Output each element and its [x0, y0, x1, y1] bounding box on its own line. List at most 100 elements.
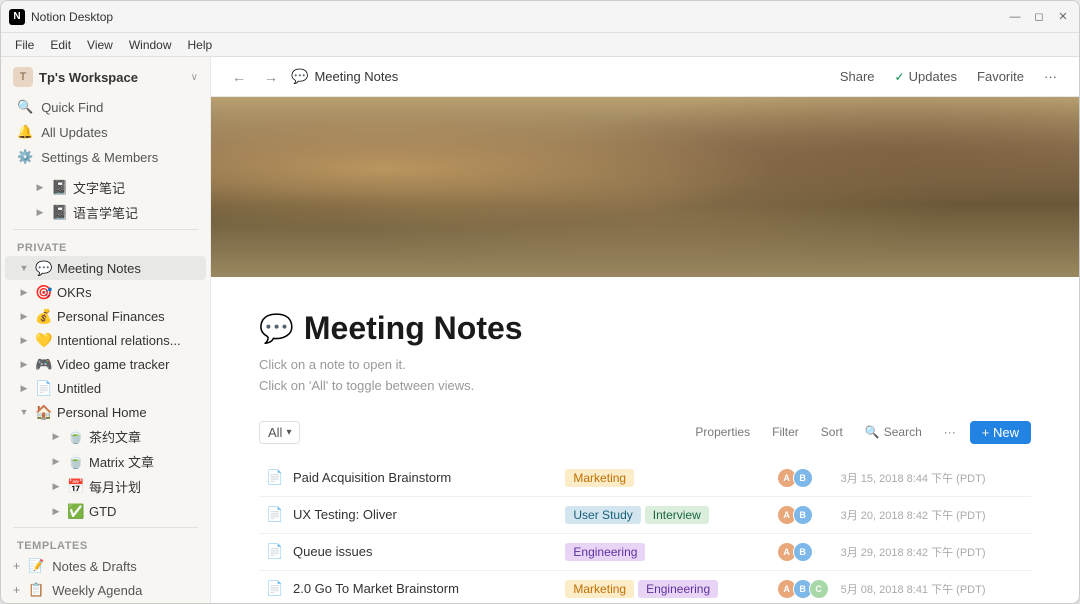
view-selector[interactable]: All ▾	[259, 421, 300, 444]
more-button[interactable]: ···	[1038, 65, 1063, 88]
sidebar-item-notebook1[interactable]: ▶ 📓 文字笔记	[5, 175, 206, 200]
tags-cell: MarketingEngineering	[559, 570, 770, 603]
chevron-icon: ▶	[17, 333, 31, 347]
menu-edit[interactable]: Edit	[44, 36, 77, 54]
notebook-icon: 📓	[51, 179, 69, 197]
row-doc-icon: 📄	[265, 506, 285, 523]
chevron-icon: ▶	[49, 480, 63, 494]
template-notes-drafts[interactable]: + 📝 Notes & Drafts	[5, 554, 206, 578]
gtd-label: GTD	[89, 504, 198, 519]
minimize-button[interactable]: —	[1007, 9, 1023, 25]
chevron-icon: ▶	[49, 504, 63, 518]
menu-help[interactable]: Help	[182, 36, 219, 54]
weekly-agenda-label: Weekly Agenda	[52, 583, 142, 598]
cover-painting	[211, 97, 1079, 277]
table-row[interactable]: 📄2.0 Go To Market Brainstorm MarketingEng…	[259, 570, 1031, 603]
search-button[interactable]: 🔍 Search	[857, 422, 930, 442]
sidebar-item-matrix[interactable]: ▶ 🍵 Matrix 文章	[5, 449, 206, 474]
db-new-button[interactable]: + New	[970, 421, 1031, 444]
sidebar-item-game-tracker[interactable]: ▶ 🎮 Video game tracker	[5, 352, 206, 376]
finances-label: Personal Finances	[57, 309, 198, 324]
page-title-icon: 💬	[259, 312, 294, 345]
chevron-icon: ▼	[17, 261, 31, 275]
timestamp-cell: 5月 08, 2018 8:41 下午 (PDT)	[835, 570, 1031, 603]
intentional-icon: 💛	[35, 331, 53, 349]
finances-icon: 💰	[35, 307, 53, 325]
back-button[interactable]: ←	[227, 65, 251, 89]
share-button[interactable]: Share	[834, 65, 881, 88]
filter-button[interactable]: Filter	[764, 422, 807, 442]
workspace-header[interactable]: T Tp's Workspace ∨	[1, 57, 210, 93]
template-weekly-agenda[interactable]: + 📋 Weekly Agenda	[5, 578, 206, 602]
table-row[interactable]: 📄UX Testing: OliverUser StudyInterviewAB…	[259, 496, 1031, 533]
tag-badge: User Study	[565, 506, 640, 524]
avatar: B	[793, 542, 813, 562]
forward-button[interactable]: →	[259, 65, 283, 89]
sidebar-item-untitled[interactable]: ▶ 📄 Untitled	[5, 376, 206, 400]
timestamp-cell: 3月 29, 2018 8:42 下午 (PDT)	[835, 533, 1031, 570]
settings-item[interactable]: ⚙️ Settings & Members	[9, 145, 202, 169]
table-row[interactable]: 📄Queue issuesEngineeringAB3月 29, 2018 8:…	[259, 533, 1031, 570]
all-updates-item[interactable]: 🔔 All Updates	[9, 120, 202, 144]
chevron-icon: ▶	[33, 206, 47, 220]
row-title-text: Queue issues	[293, 544, 373, 559]
chevron-icon: ▶	[17, 285, 31, 299]
table-row[interactable]: 📄Paid Acquisition BrainstormMarketingAB3…	[259, 460, 1031, 497]
row-timestamp: 5月 08, 2018 8:41 下午 (PDT)	[841, 584, 986, 596]
view-chevron-icon: ▾	[286, 427, 291, 438]
okrs-label: OKRs	[57, 285, 198, 300]
avatars-cell: ABC	[771, 570, 835, 603]
chevron-icon: ▶	[49, 430, 63, 444]
intentional-label: Intentional relations...	[57, 333, 198, 348]
content-area: ← → 💬 Meeting Notes Share ✓ Updates Favo…	[211, 57, 1079, 603]
view-label: All	[268, 425, 282, 440]
favorite-button[interactable]: Favorite	[971, 65, 1030, 88]
gtd-icon: ✅	[67, 502, 85, 520]
sidebar-item-notebook2[interactable]: ▶ 📓 语言学笔记	[5, 200, 206, 225]
row-doc-icon: 📄	[265, 580, 285, 597]
meeting-notes-icon: 💬	[35, 259, 53, 277]
sidebar-scroll: ▶ 📓 文字笔记 ▶ 📓 语言学笔记 PRIVATE ▼ 💬 Meeting N…	[1, 171, 210, 603]
sidebar-item-tea-article[interactable]: ▶ 🍵 茶约文章	[5, 424, 206, 449]
notebook2-label: 语言学笔记	[73, 203, 198, 222]
row-timestamp: 3月 20, 2018 8:42 下午 (PDT)	[841, 510, 986, 522]
db-more-button[interactable]: ···	[936, 422, 964, 442]
menu-window[interactable]: Window	[123, 36, 178, 54]
restore-button[interactable]: ◻	[1031, 9, 1047, 25]
sidebar-item-okrs[interactable]: ▶ 🎯 OKRs	[5, 280, 206, 304]
game-icon: 🎮	[35, 355, 53, 373]
sidebar-item-personal-home[interactable]: ▼ 🏠 Personal Home	[5, 400, 206, 424]
settings-label: Settings & Members	[41, 150, 158, 165]
properties-button[interactable]: Properties	[687, 422, 758, 442]
avatars-cell: AB	[771, 533, 835, 570]
weekly-icon: 📋	[28, 582, 44, 598]
sidebar-item-gtd[interactable]: ▶ ✅ GTD	[5, 499, 206, 523]
page-title: Meeting Notes	[304, 309, 523, 347]
menu-file[interactable]: File	[9, 36, 40, 54]
tag-badge: Engineering	[565, 543, 645, 561]
updates-button[interactable]: ✓ Updates	[889, 65, 963, 88]
sidebar-item-intentional[interactable]: ▶ 💛 Intentional relations...	[5, 328, 206, 352]
avatars-cell: AB	[771, 460, 835, 497]
sidebar-item-monthly[interactable]: ▶ 📅 每月计划	[5, 474, 206, 499]
tags-cell: User StudyInterview	[559, 496, 770, 533]
sidebar-item-meeting-notes[interactable]: ▼ 💬 Meeting Notes	[5, 256, 206, 280]
row-title-cell: 📄UX Testing: Oliver	[265, 506, 553, 523]
topbar-title-area: 💬 Meeting Notes	[291, 68, 826, 85]
sort-button[interactable]: Sort	[813, 422, 851, 442]
private-section-label: PRIVATE	[1, 234, 210, 256]
tag-badge: Engineering	[638, 580, 718, 598]
close-button[interactable]: ✕	[1055, 9, 1071, 25]
quick-find-label: Quick Find	[41, 100, 103, 115]
sidebar-item-finances[interactable]: ▶ 💰 Personal Finances	[5, 304, 206, 328]
chevron-icon: ▼	[17, 405, 31, 419]
quick-find-item[interactable]: 🔍 Quick Find	[9, 95, 202, 119]
row-title-text: Paid Acquisition Brainstorm	[293, 470, 451, 485]
tag-badge: Marketing	[565, 580, 634, 598]
row-timestamp: 3月 15, 2018 8:44 下午 (PDT)	[841, 473, 986, 485]
untitled-label: Untitled	[57, 381, 198, 396]
chevron-icon: ▶	[33, 181, 47, 195]
db-toolbar-left: All ▾	[259, 421, 300, 444]
row-title-cell: 📄2.0 Go To Market Brainstorm	[265, 580, 553, 597]
menu-view[interactable]: View	[81, 36, 119, 54]
